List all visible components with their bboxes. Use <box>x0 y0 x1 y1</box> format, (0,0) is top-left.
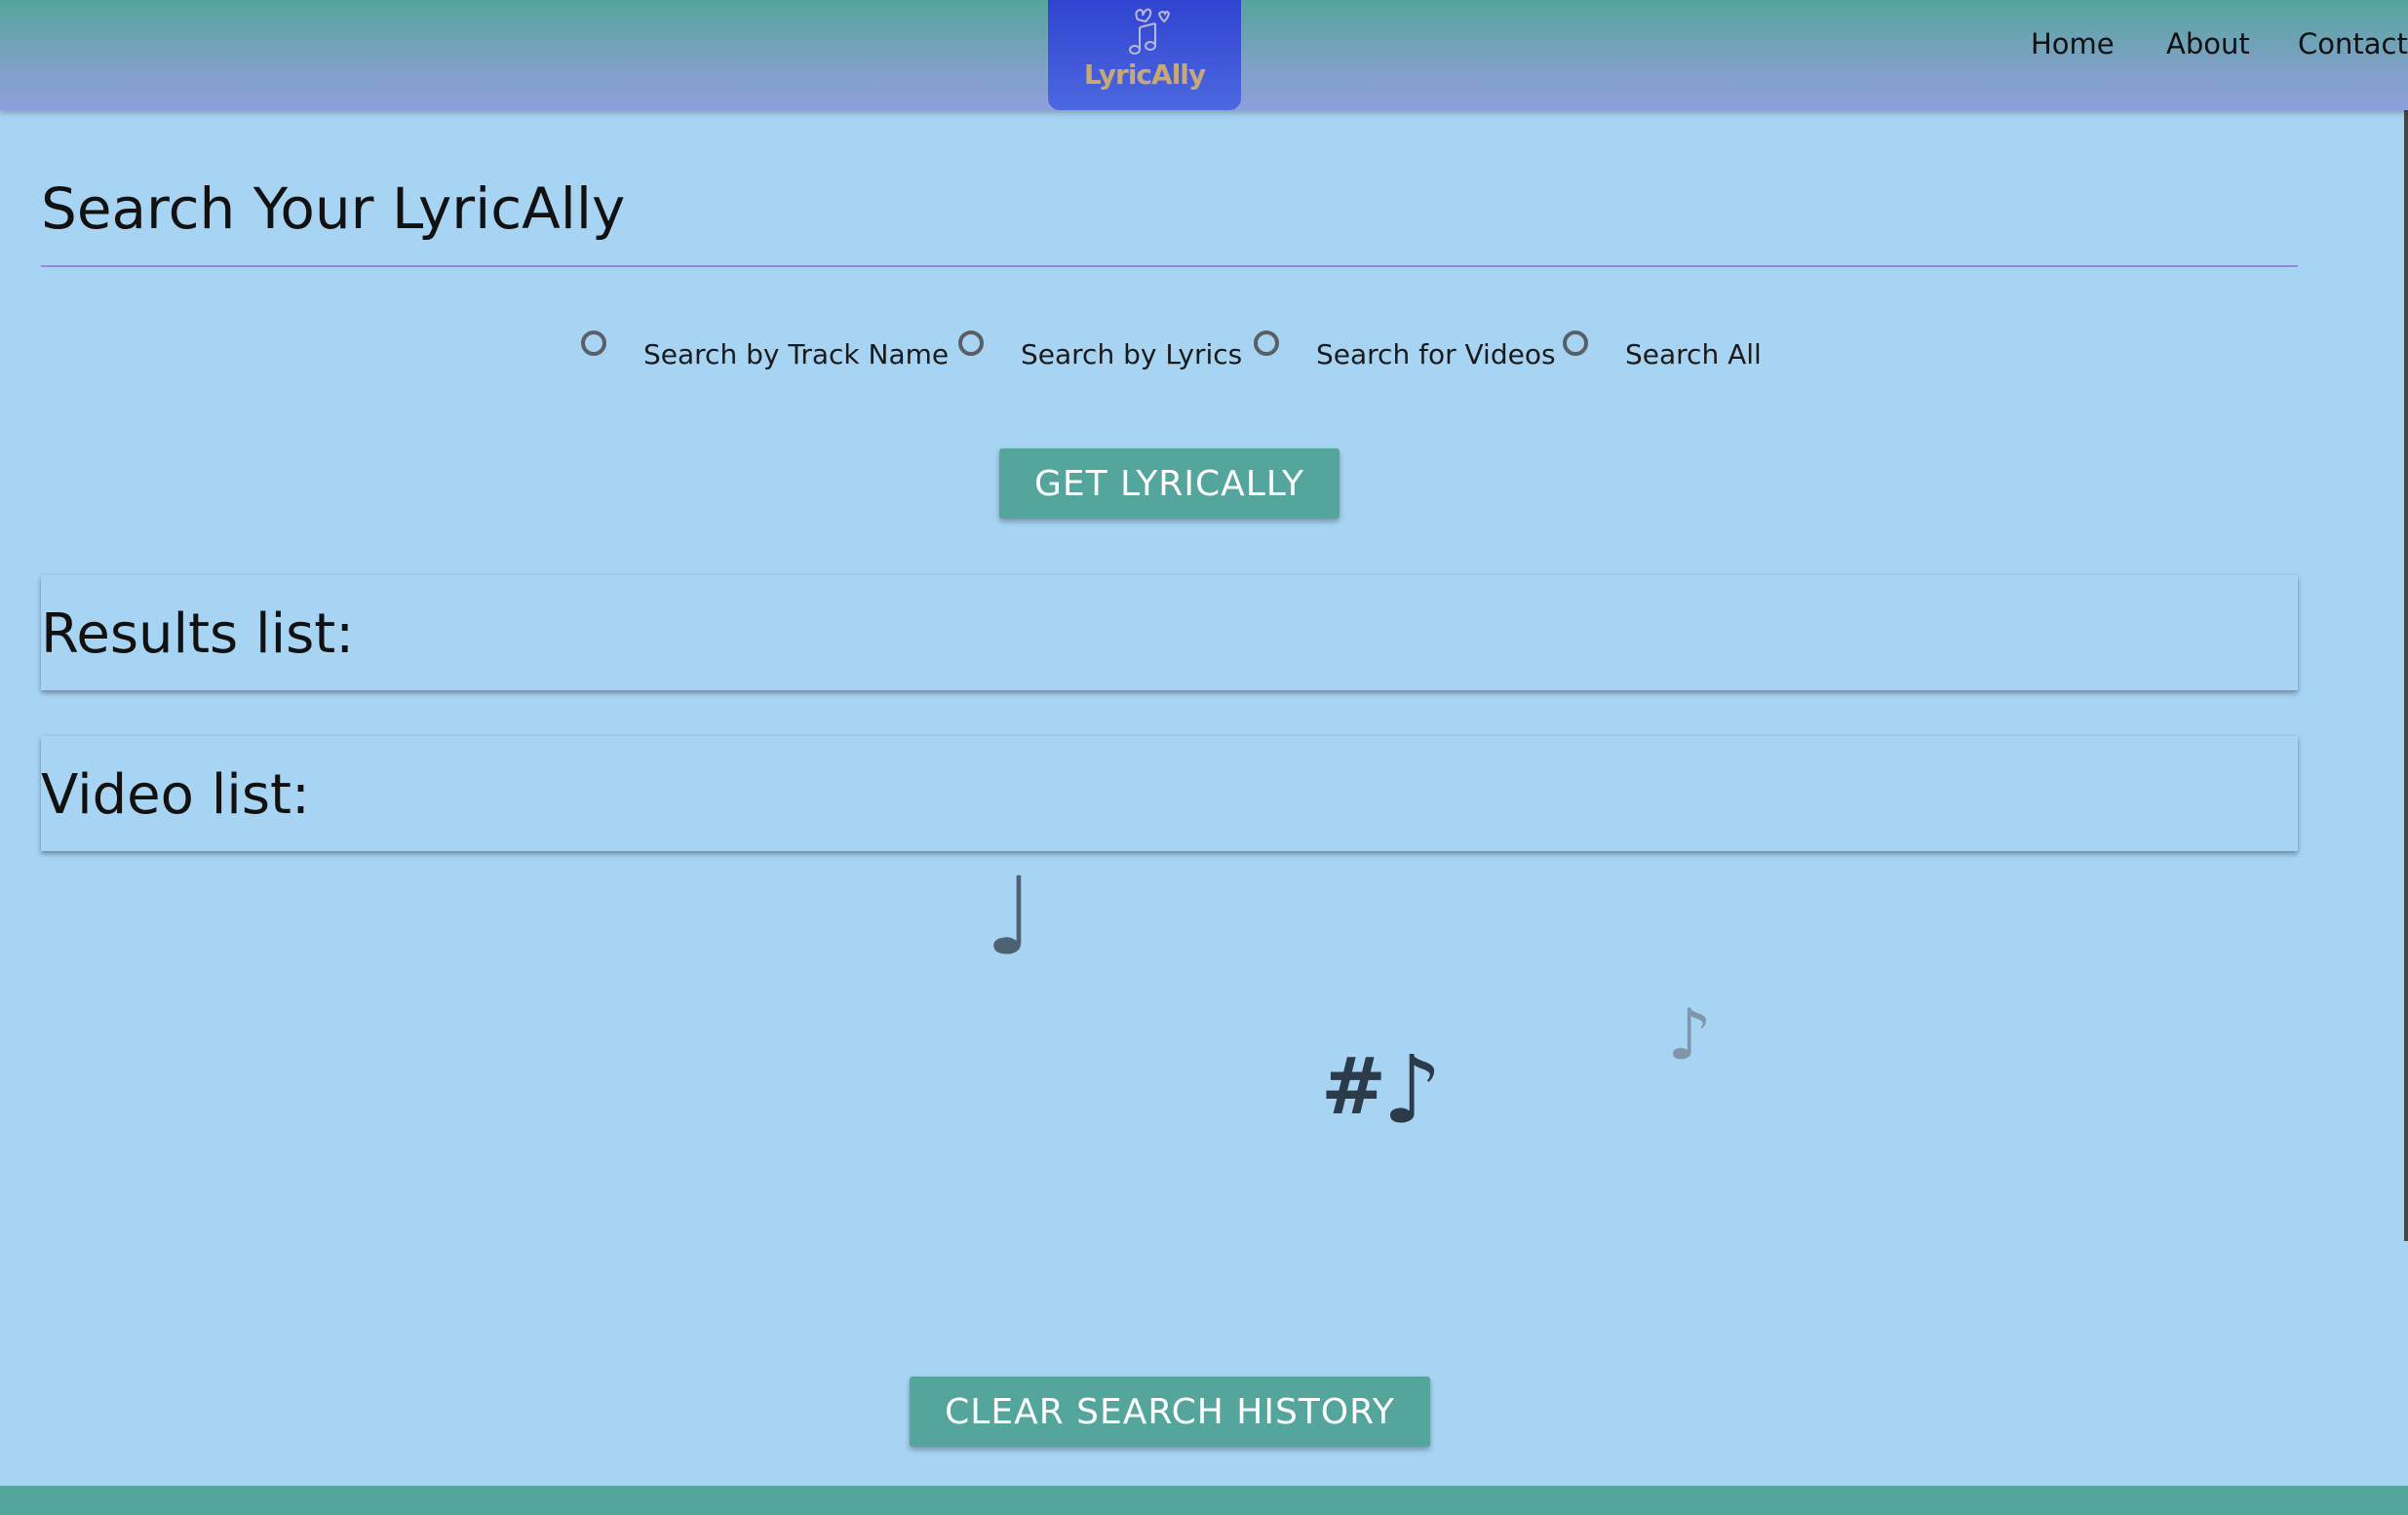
faded-eighth-note-icon: ♪ <box>1667 993 1712 1075</box>
radio-label: Search by Track Name <box>643 338 950 370</box>
quarter-note-icon: ♩ <box>985 854 1035 979</box>
music-notes-heart-icon <box>1129 8 1171 55</box>
eighth-note-icon: ♪ <box>1382 1035 1443 1145</box>
radio-button-icon[interactable] <box>958 330 984 356</box>
video-list-heading: Video list: <box>41 763 310 827</box>
radio-button-icon[interactable] <box>1563 330 1588 356</box>
scrollbar[interactable] <box>2404 110 2408 1241</box>
logo-text: LyricAlly <box>1083 58 1206 91</box>
nav-about-link[interactable]: About <box>2166 27 2250 60</box>
title-divider <box>41 265 2298 267</box>
video-list-panel: Video list: <box>41 736 2298 851</box>
footer-bar <box>0 1486 2408 1515</box>
get-lyrically-button[interactable]: GET LYRICALLY <box>999 448 1340 519</box>
radio-button-icon[interactable] <box>581 330 606 356</box>
radio-label: Search for Videos <box>1316 338 1556 370</box>
top-navbar: LyricAlly Home About Contact <box>0 0 2408 110</box>
sharp-icon: # <box>1321 1041 1387 1132</box>
results-list-heading: Results list: <box>41 602 355 666</box>
radio-label: Search by Lyrics <box>1021 338 1243 370</box>
results-list-panel: Results list: <box>41 575 2298 690</box>
nav-home-link[interactable]: Home <box>2031 27 2115 60</box>
radio-label: Search All <box>1625 338 1762 370</box>
radio-button-icon[interactable] <box>1254 330 1279 356</box>
clear-search-history-button[interactable]: CLEAR SEARCH HISTORY <box>910 1377 1430 1447</box>
lyrically-logo[interactable]: LyricAlly <box>1048 0 1241 110</box>
nav-contact-link[interactable]: Contact <box>2298 27 2408 60</box>
page-title: Search Your LyricAlly <box>41 175 626 242</box>
